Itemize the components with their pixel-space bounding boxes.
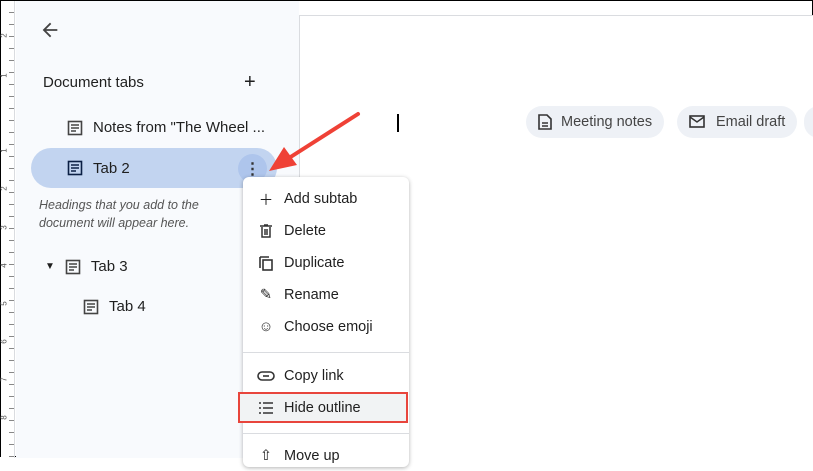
- annotation-arrow: [269, 112, 360, 171]
